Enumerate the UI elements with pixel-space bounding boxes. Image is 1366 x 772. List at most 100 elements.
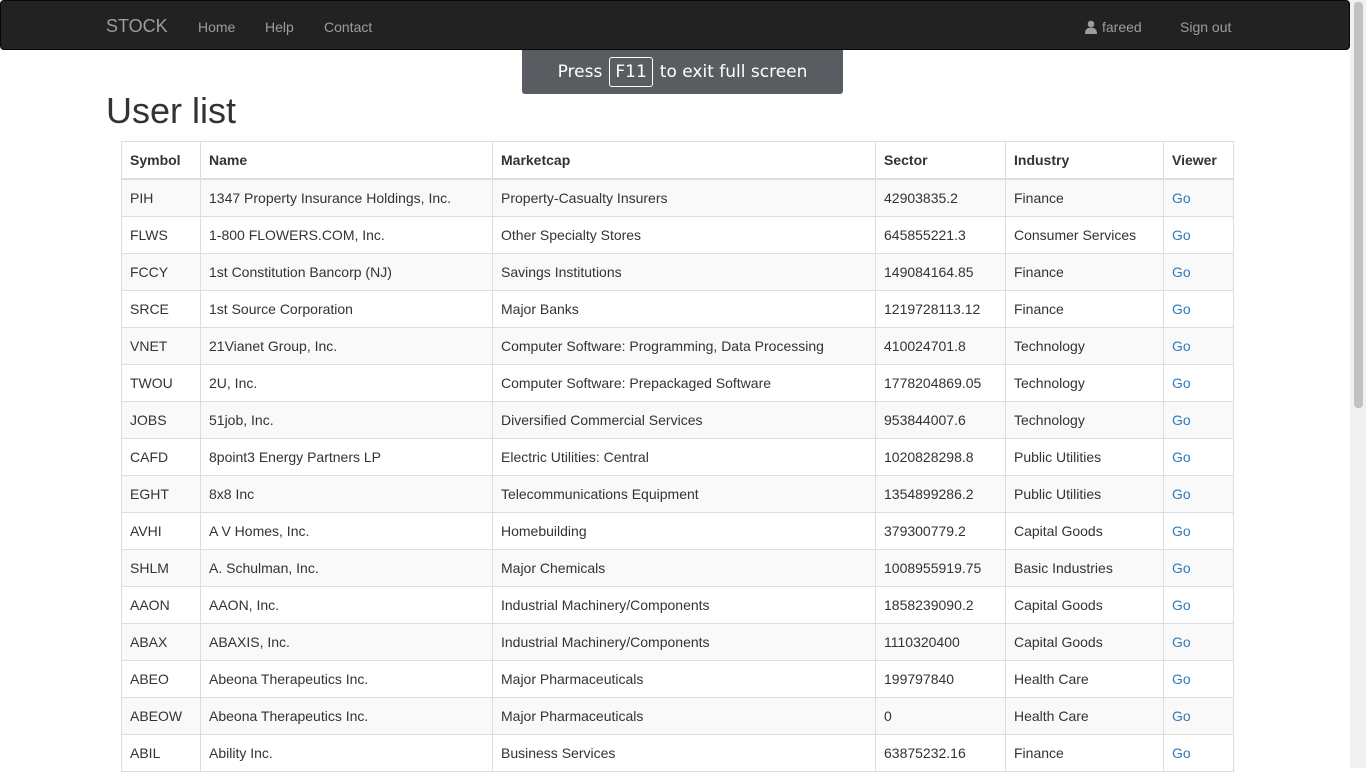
cell-marketcap: Major Banks: [492, 290, 876, 328]
cell-industry: Finance: [1005, 734, 1164, 772]
table-row: VNET 21Vianet Group, Inc. Computer Softwar…: [121, 327, 1234, 365]
cell-symbol: CAFD: [121, 438, 201, 476]
cell-viewer: Go: [1163, 697, 1234, 735]
nav-home-link[interactable]: Home: [198, 17, 235, 37]
cell-symbol: PIH: [121, 178, 201, 217]
cell-industry: Technology: [1005, 327, 1164, 365]
page-scrollbar[interactable]: [1350, 0, 1366, 768]
cell-viewer: Go: [1163, 290, 1234, 328]
cell-name: 1st Constitution Bancorp (NJ): [200, 253, 493, 291]
cell-sector: 1008955919.75: [875, 549, 1006, 587]
cell-viewer: Go: [1163, 512, 1234, 550]
cell-sector: 953844007.6: [875, 401, 1006, 439]
go-link[interactable]: Go: [1172, 523, 1191, 539]
cell-symbol: FCCY: [121, 253, 201, 291]
cell-name: 8x8 Inc: [200, 475, 493, 513]
signout-link[interactable]: Sign out: [1180, 17, 1231, 37]
cell-marketcap: Major Chemicals: [492, 549, 876, 587]
cell-symbol: AAON: [121, 586, 201, 624]
cell-symbol: SRCE: [121, 290, 201, 328]
cell-sector: 1858239090.2: [875, 586, 1006, 624]
table-row: TWOU 2U, Inc. Computer Software: Prepackag…: [121, 364, 1234, 402]
cell-sector: 410024701.8: [875, 327, 1006, 365]
scrollbar-thumb[interactable]: [1354, 2, 1363, 408]
cell-industry: Technology: [1005, 401, 1164, 439]
go-link[interactable]: Go: [1172, 375, 1191, 391]
table-row: FLWS 1-800 FLOWERS.COM, Inc. Other Special…: [121, 216, 1234, 254]
go-link[interactable]: Go: [1172, 597, 1191, 613]
cell-sector: 1778204869.05: [875, 364, 1006, 402]
cell-marketcap: Computer Software: Programming, Data Pro…: [492, 327, 876, 365]
go-link[interactable]: Go: [1172, 190, 1191, 206]
go-link[interactable]: Go: [1172, 671, 1191, 687]
table-row: PIH 1347 Property Insurance Holdings, Inc…: [121, 178, 1234, 217]
cell-sector: 645855221.3: [875, 216, 1006, 254]
cell-name: 1-800 FLOWERS.COM, Inc.: [200, 216, 493, 254]
cell-industry: Health Care: [1005, 697, 1164, 735]
header-viewer: Viewer: [1163, 141, 1234, 180]
cell-sector: 0: [875, 697, 1006, 735]
table-row: AAON AAON, Inc. Industrial Machinery/Compo…: [121, 586, 1234, 624]
cell-viewer: Go: [1163, 586, 1234, 624]
fullscreen-banner-suffix: to exit full screen: [659, 62, 808, 82]
go-link[interactable]: Go: [1172, 264, 1191, 280]
cell-marketcap: Major Pharmaceuticals: [492, 660, 876, 698]
cell-industry: Technology: [1005, 364, 1164, 402]
cell-name: ABAXIS, Inc.: [200, 623, 493, 661]
nav-help-link[interactable]: Help: [265, 17, 294, 37]
stock-table-container: Symbol Name Marketcap Sector Industry Vi…: [121, 141, 1234, 772]
cell-symbol: JOBS: [121, 401, 201, 439]
go-link[interactable]: Go: [1172, 449, 1191, 465]
cell-viewer: Go: [1163, 623, 1234, 661]
cell-viewer: Go: [1163, 734, 1234, 772]
cell-industry: Capital Goods: [1005, 623, 1164, 661]
table-row: ABEO Abeona Therapeutics Inc. Major Pharma…: [121, 660, 1234, 698]
cell-symbol: ABEOW: [121, 697, 201, 735]
cell-marketcap: Electric Utilities: Central: [492, 438, 876, 476]
go-link[interactable]: Go: [1172, 560, 1191, 576]
brand-link[interactable]: STOCK: [106, 15, 168, 37]
cell-name: 2U, Inc.: [200, 364, 493, 402]
cell-marketcap: Computer Software: Prepackaged Software: [492, 364, 876, 402]
table-row: ABAX ABAXIS, Inc. Industrial Machinery/Com…: [121, 623, 1234, 661]
cell-viewer: Go: [1163, 438, 1234, 476]
go-link[interactable]: Go: [1172, 338, 1191, 354]
go-link[interactable]: Go: [1172, 227, 1191, 243]
cell-name: 1347 Property Insurance Holdings, Inc.: [200, 178, 493, 217]
cell-marketcap: Other Specialty Stores: [492, 216, 876, 254]
go-link[interactable]: Go: [1172, 486, 1191, 502]
nav-user-label: fareed: [1102, 19, 1142, 35]
cell-symbol: FLWS: [121, 216, 201, 254]
cell-sector: 1354899286.2: [875, 475, 1006, 513]
cell-industry: Capital Goods: [1005, 512, 1164, 550]
cell-viewer: Go: [1163, 178, 1234, 217]
cell-symbol: ABAX: [121, 623, 201, 661]
cell-viewer: Go: [1163, 253, 1234, 291]
go-link[interactable]: Go: [1172, 634, 1191, 650]
go-link[interactable]: Go: [1172, 745, 1191, 761]
cell-industry: Finance: [1005, 178, 1164, 217]
page-title: User list: [106, 90, 237, 131]
nav-contact-link[interactable]: Contact: [324, 17, 372, 37]
cell-symbol: SHLM: [121, 549, 201, 587]
cell-name: 1st Source Corporation: [200, 290, 493, 328]
cell-name: A. Schulman, Inc.: [200, 549, 493, 587]
cell-marketcap: Property-Casualty Insurers: [492, 178, 876, 217]
cell-viewer: Go: [1163, 475, 1234, 513]
cell-sector: 379300779.2: [875, 512, 1006, 550]
cell-name: 21Vianet Group, Inc.: [200, 327, 493, 365]
table-row: AVHI A V Homes, Inc. Homebuilding 379300779…: [121, 512, 1234, 550]
header-sector: Sector: [875, 141, 1006, 180]
table-header-row: Symbol Name Marketcap Sector Industry Vi…: [121, 141, 1234, 180]
cell-viewer: Go: [1163, 364, 1234, 402]
go-link[interactable]: Go: [1172, 708, 1191, 724]
cell-industry: Basic Industries: [1005, 549, 1164, 587]
header-name: Name: [200, 141, 493, 180]
nav-user-link[interactable]: fareed: [1084, 17, 1142, 37]
table-row: JOBS 51job, Inc. Diversified Commercial Se…: [121, 401, 1234, 439]
cell-marketcap: Business Services: [492, 734, 876, 772]
cell-industry: Capital Goods: [1005, 586, 1164, 624]
cell-symbol: EGHT: [121, 475, 201, 513]
go-link[interactable]: Go: [1172, 412, 1191, 428]
go-link[interactable]: Go: [1172, 301, 1191, 317]
